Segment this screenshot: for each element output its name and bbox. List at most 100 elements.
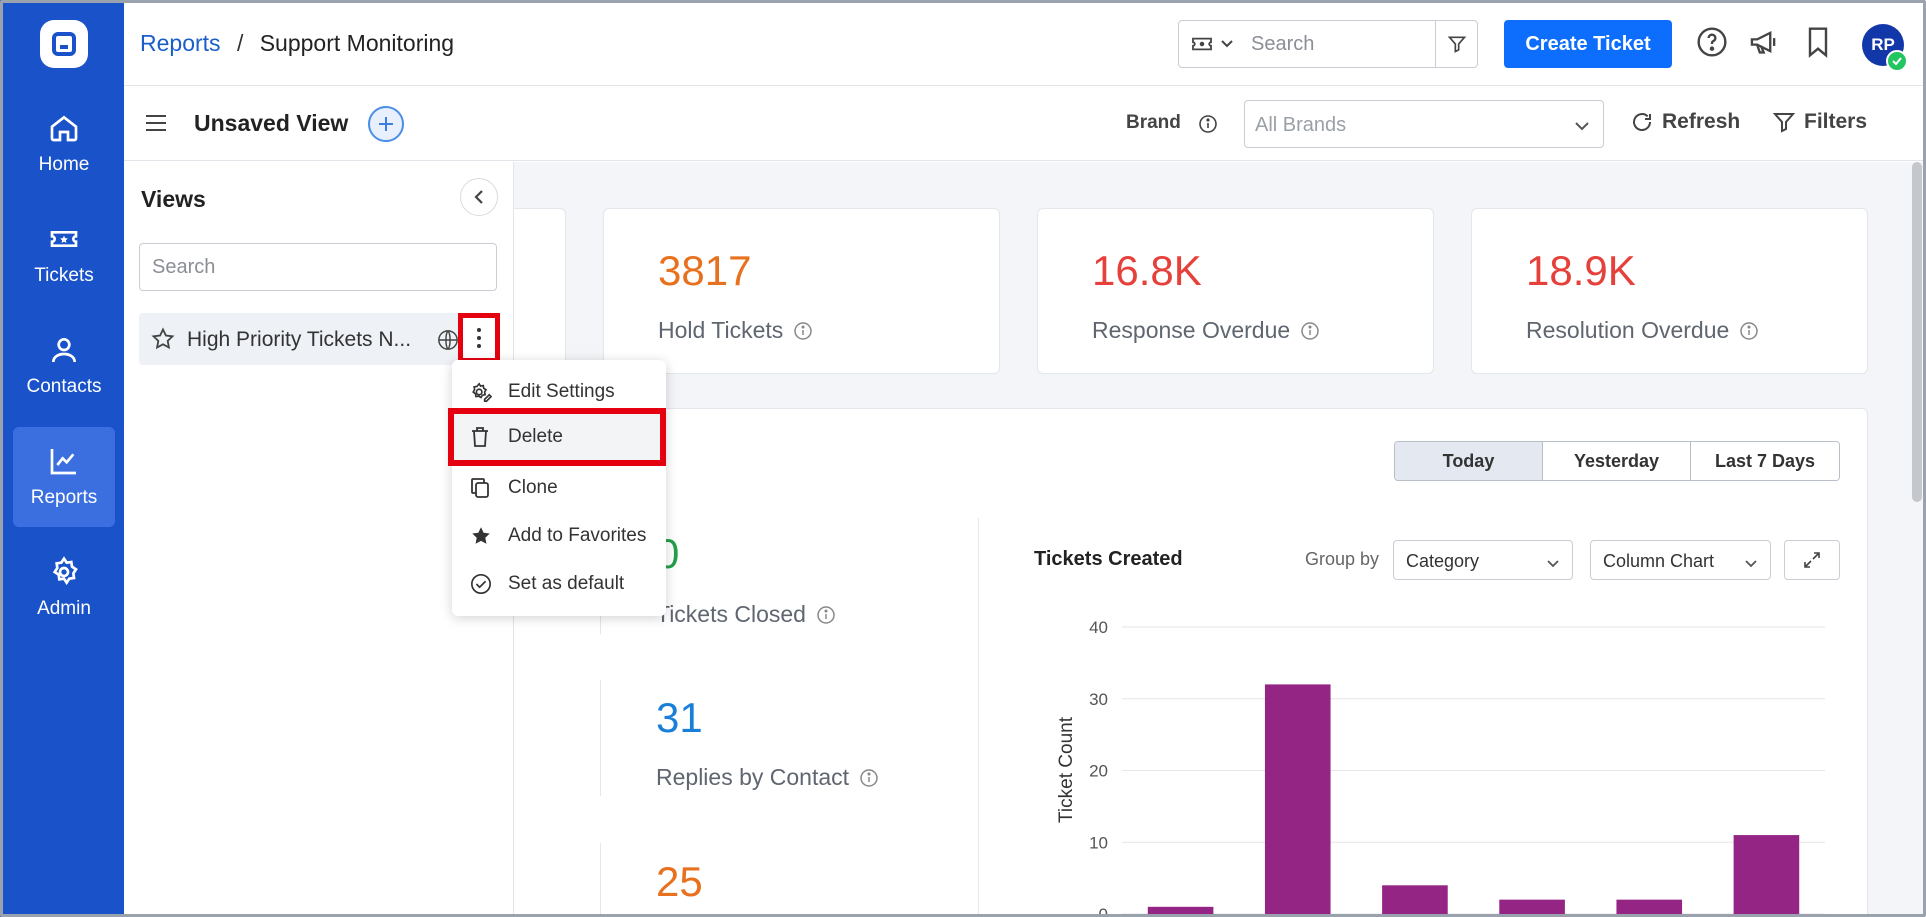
menu-icon[interactable] <box>144 112 168 134</box>
refresh-button[interactable]: Refresh <box>1630 110 1740 134</box>
nav-contacts[interactable]: Contacts <box>13 316 115 416</box>
chevron-down-icon[interactable] <box>1219 35 1235 51</box>
gear-edit-icon <box>472 382 492 402</box>
range-yesterday[interactable]: Yesterday <box>1543 442 1691 480</box>
menu-item-label: Edit Settings <box>508 381 615 402</box>
contact-icon <box>52 338 76 363</box>
star-icon <box>472 527 490 544</box>
nav-tickets[interactable]: Tickets <box>13 205 115 305</box>
nav-home-label: Home <box>38 154 90 175</box>
home-icon <box>50 115 78 142</box>
menu-item-label: Delete <box>508 426 563 447</box>
info-icon[interactable] <box>816 605 836 625</box>
view-more-options-button[interactable] <box>458 313 500 363</box>
y-tick-label: 10 <box>1089 833 1108 852</box>
stat-value: 16.8K <box>1092 247 1202 294</box>
menu-item-label: Set as default <box>508 573 625 594</box>
group-by-value: Category <box>1406 551 1480 571</box>
kebab-icon <box>477 328 481 332</box>
info-icon[interactable] <box>1198 114 1218 134</box>
menu-item-delete[interactable]: Delete <box>448 408 666 466</box>
view-context-menu: Edit Settings Delete Clone Add to Favori… <box>448 360 666 616</box>
filters-button[interactable]: Filters <box>1772 110 1867 134</box>
view-title: Unsaved View <box>194 110 349 136</box>
announcement-icon[interactable] <box>1748 26 1782 58</box>
breadcrumb-separator: / <box>236 30 244 56</box>
menu-item-label: Add to Favorites <box>508 525 647 546</box>
menu-item-add-to-favorites[interactable]: Add to Favorites <box>452 512 666 560</box>
group-by-select[interactable]: Category <box>1393 540 1573 580</box>
y-axis-label: Ticket Count <box>1056 716 1077 823</box>
status-check-icon <box>1886 50 1908 72</box>
metric-value-third: 25 <box>656 858 703 905</box>
view-name: High Priority Tickets N... <box>187 328 412 351</box>
app-logo[interactable] <box>40 20 88 68</box>
group-by-label: Group by <box>1305 549 1380 569</box>
stat-card-resolution-overdue: 18.9K Resolution Overdue <box>1471 208 1868 374</box>
tickets-created-chart: 0 10 20 30 40 Ticket Count <box>1056 618 1825 917</box>
nav-admin[interactable]: Admin <box>13 538 115 638</box>
search-filter-button[interactable] <box>1435 21 1477 67</box>
chevron-down-icon <box>1575 122 1589 131</box>
left-rail: Home Tickets Contacts Reports Admin <box>0 0 124 917</box>
nav-tickets-label: Tickets <box>34 265 94 286</box>
chart-bar <box>1147 906 1214 917</box>
page-scrollbar[interactable] <box>1912 162 1922 912</box>
add-view-button[interactable] <box>368 106 404 142</box>
y-tick-label: 20 <box>1089 762 1108 781</box>
star-outline-icon[interactable] <box>151 327 175 351</box>
views-search-input[interactable] <box>140 244 496 290</box>
scrollbar-thumb[interactable] <box>1912 162 1922 502</box>
y-tick-label: 40 <box>1089 618 1108 637</box>
plus-icon <box>379 117 393 131</box>
stat-value: 18.9K <box>1526 247 1636 294</box>
info-icon[interactable] <box>1300 321 1320 341</box>
chart-bar <box>1264 684 1331 917</box>
chart-bar <box>1616 899 1683 917</box>
info-icon[interactable] <box>793 321 813 341</box>
chart-bar <box>1733 835 1800 917</box>
nav-admin-label: Admin <box>37 598 91 619</box>
help-icon[interactable] <box>1696 26 1728 58</box>
breadcrumb-reports-link[interactable]: Reports <box>140 30 221 56</box>
range-last-7-days[interactable]: Last 7 Days <box>1691 442 1839 480</box>
views-search <box>139 243 497 291</box>
stat-label-row: Hold Tickets <box>658 317 813 344</box>
filter-icon <box>1447 36 1466 53</box>
bookmark-icon[interactable] <box>1804 26 1832 58</box>
info-icon[interactable] <box>1739 321 1759 341</box>
views-title: Views <box>141 186 206 212</box>
chart-bar <box>1382 885 1448 917</box>
y-tick-label: 30 <box>1089 690 1108 709</box>
stat-card-response-overdue: 16.8K Response Overdue <box>1037 208 1434 374</box>
brand-select[interactable]: All Brands <box>1244 100 1604 148</box>
nav-contacts-label: Contacts <box>26 376 102 397</box>
gear-icon <box>52 556 78 586</box>
collapse-views-button[interactable] <box>460 178 498 216</box>
brand-label: Brand <box>1126 112 1181 133</box>
breadcrumb: Reports / Support Monitoring <box>140 30 454 57</box>
menu-item-set-as-default[interactable]: Set as default <box>452 560 666 608</box>
ticket-type-icon[interactable] <box>1191 35 1213 53</box>
chart-type-select[interactable]: Column Chart <box>1590 540 1771 580</box>
stat-value: 3817 <box>658 247 752 294</box>
expand-chart-button[interactable] <box>1784 540 1840 580</box>
metric-label: Replies by Contact <box>656 764 850 790</box>
chevron-down-icon <box>1745 560 1757 568</box>
create-ticket-button[interactable]: Create Ticket <box>1504 20 1672 68</box>
menu-item-clone[interactable]: Clone <box>452 464 666 512</box>
range-today[interactable]: Today <box>1395 442 1543 480</box>
time-range-toggle: Today Yesterday Last 7 Days <box>1394 441 1840 481</box>
nav-reports[interactable]: Reports <box>13 427 115 527</box>
nav-home[interactable]: Home <box>13 94 115 194</box>
info-icon[interactable] <box>859 768 879 788</box>
reports-icon <box>50 449 76 475</box>
metric-label: Tickets Closed <box>656 601 806 627</box>
global-search-input[interactable] <box>1251 21 1421 67</box>
menu-item-label: Clone <box>508 477 558 498</box>
view-list-item[interactable]: High Priority Tickets N... <box>139 313 497 365</box>
stat-label: Resolution Overdue <box>1526 317 1730 343</box>
stat-label: Response Overdue <box>1092 317 1291 343</box>
copy-icon <box>471 478 489 498</box>
ticket-icon <box>50 231 78 247</box>
